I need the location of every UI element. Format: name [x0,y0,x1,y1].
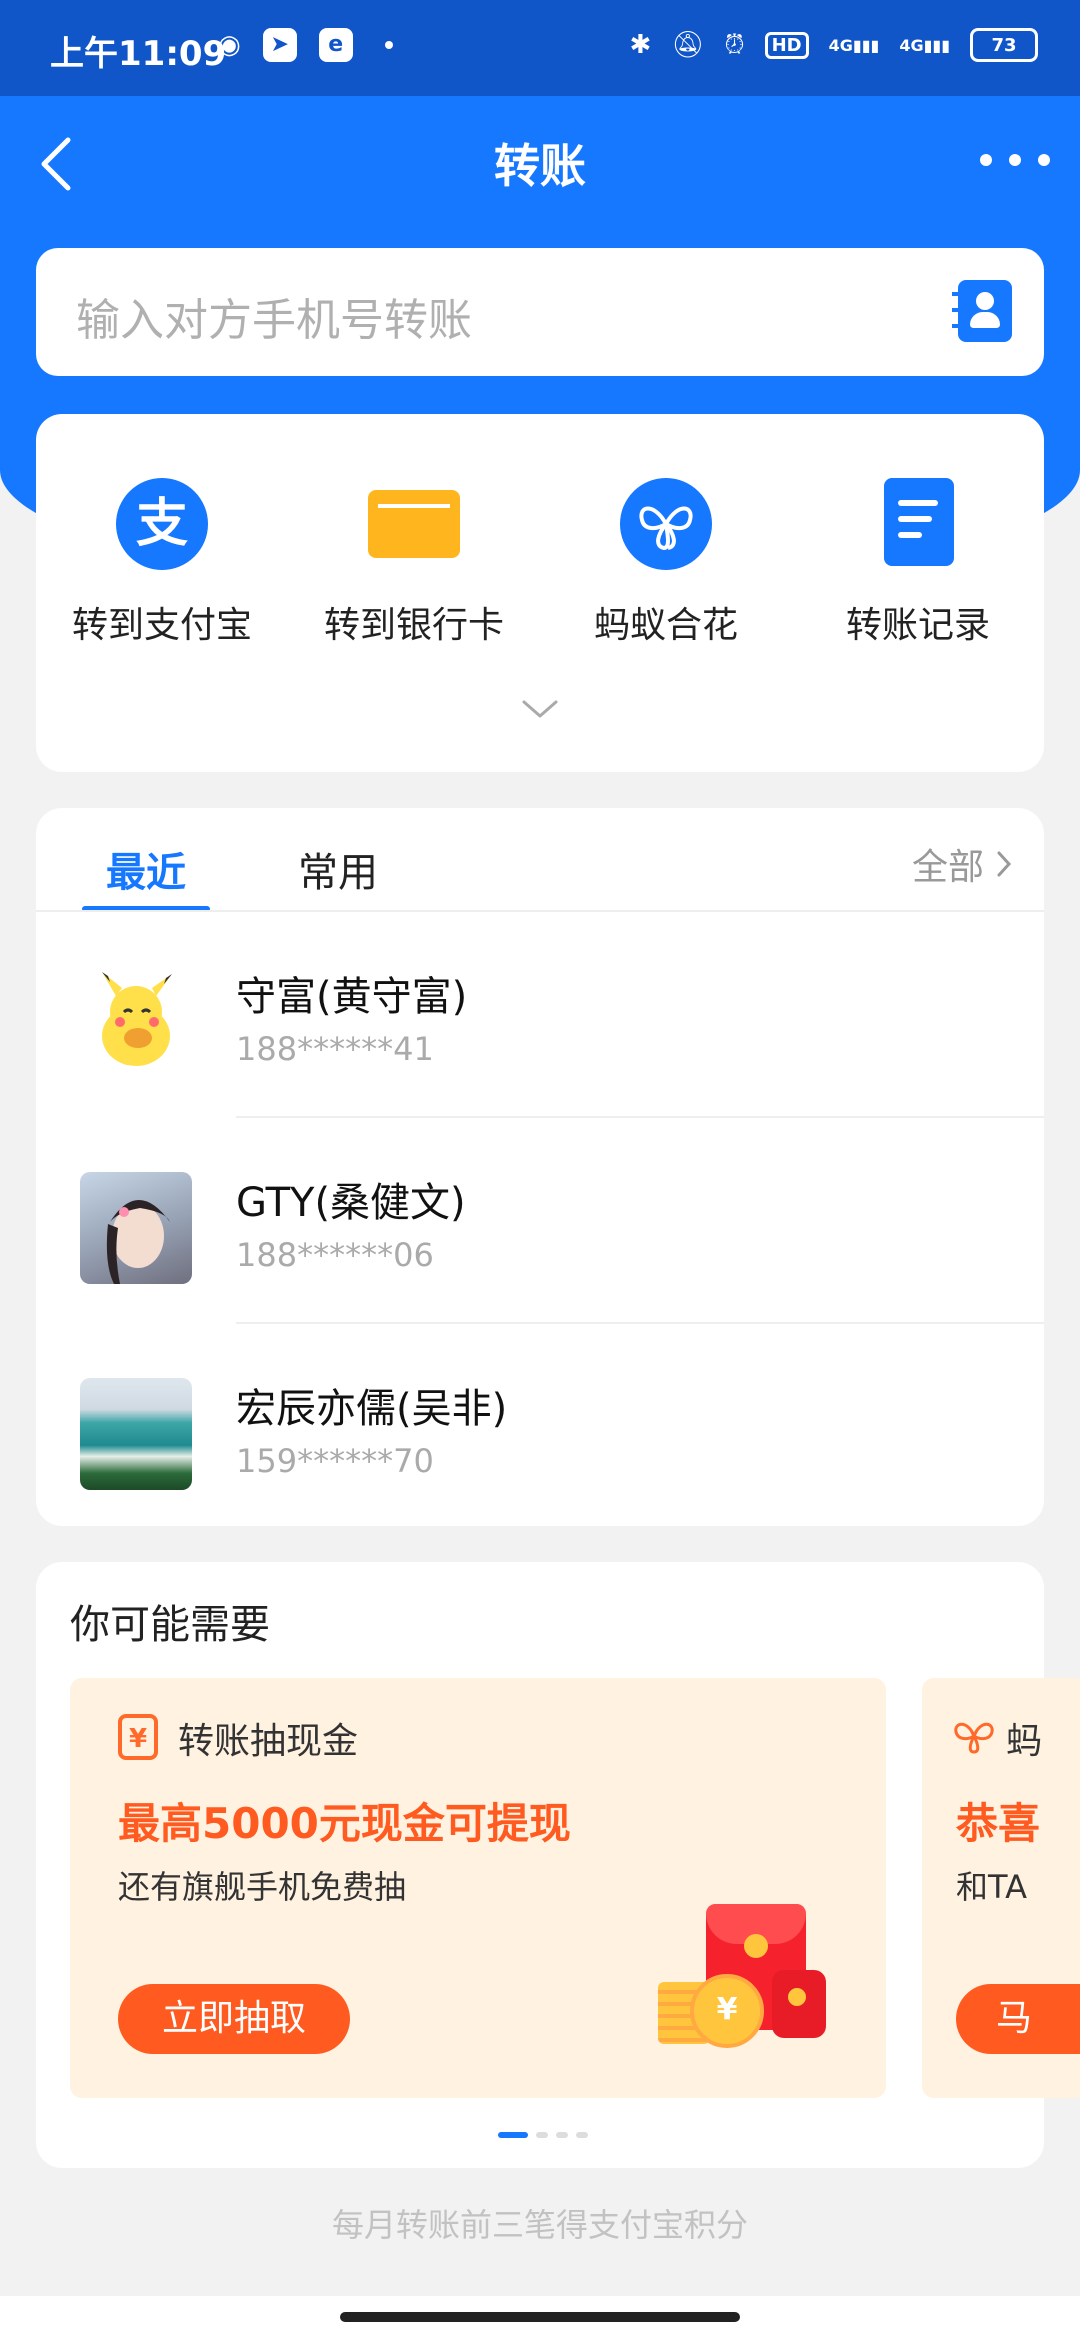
transfer-record-icon [884,478,954,566]
contacts-tick [952,308,962,312]
more-dot-icon [1009,154,1021,166]
bank-card-icon-wrap [368,478,460,570]
chevron-down-icon[interactable] [520,694,560,724]
more-dot-icon [980,154,992,166]
suggestions-card: 你可能需要 ¥ 转账抽现金 最高5000元现金可提现 还有旗舰手机免费抽 立即抽… [36,1562,1080,2168]
envelope-seal [788,1988,806,2006]
alarm-icon: ⏰︎ [724,29,745,60]
action-label: 转账记录 [845,605,990,646]
alipay-icon: 支 [116,478,208,570]
portrait-avatar-icon [106,1200,170,1284]
contact-name: 守富(黄守富) [236,974,468,1020]
carousel-pager [498,2132,588,2138]
promo-subtitle: 还有旗舰手机免费抽 [118,1868,407,1906]
avatar [80,1172,192,1284]
action-transfer-to-alipay[interactable]: 支 转到支付宝 [36,478,288,648]
tab-recent[interactable]: 最近 [106,840,186,898]
action-transfer-record[interactable]: 转账记录 [792,478,1044,648]
battery-icon: 73 [970,28,1038,62]
promo-card-2[interactable]: 蚂 恭喜 和TA 马 [922,1678,1080,2098]
bluetooth-icon: ✱ [629,30,652,60]
contact-row[interactable]: GTY(桑健文) 188******06 [36,1118,1044,1322]
action-transfer-to-bank[interactable]: 转到银行卡 [288,478,540,648]
transfer-record-icon-wrap [872,478,964,570]
avatar [80,966,192,1078]
more-notifications-icon [384,41,393,49]
mute-bell-icon: 🔕︎ [671,30,705,60]
action-ant-flower[interactable]: 蚂蚁合花 [540,478,792,648]
contacts-head [976,292,994,310]
system-icons: ✱ 🔕︎ ⏰︎ HD 4G▮▮▮ 4G▮▮▮ 73 [630,28,1038,62]
contact-phone: 188******41 [236,1030,434,1068]
promo-button[interactable]: 马 [956,1984,1080,2054]
pager-dot [556,2132,568,2138]
avatar [80,1378,192,1490]
pager-dot [576,2132,588,2138]
contact-phone: 188******06 [236,1236,434,1274]
butterfly-icon [639,506,693,551]
contacts-body [970,312,1000,328]
promo-name: 蚂 [1006,1721,1043,1762]
draw-now-button[interactable]: 立即抽取 [118,1984,350,2054]
status-bar: 上午11:09 ◉ ➤ e ✱ 🔕︎ ⏰︎ HD 4G▮▮▮ 4G▮▮▮ 73 [0,0,1080,96]
record-line [898,500,938,506]
view-all-link[interactable]: 全部 [912,838,1014,890]
promo-headline: 最高5000元现金可提现 [118,1799,571,1848]
bank-card-icon [368,490,460,558]
butterfly-icon [954,1722,994,1754]
contacts-tick [952,324,962,328]
promo-subtitle: 和TA [956,1868,1027,1906]
nav-bar: 转账 [0,96,1080,230]
network-type: 4G [828,35,853,55]
hd-icon: HD [764,31,809,59]
ant-flower-icon-wrap [620,478,712,570]
suggestions-title: 你可能需要 [70,1602,270,1648]
browser-icon: e [318,28,353,62]
signal-icon-2: 4G▮▮▮ [899,35,950,55]
pager-dot [536,2132,548,2138]
more-dot-icon [1038,154,1050,166]
search-placeholder: 输入对方手机号转账 [76,295,472,346]
red-packet-icon: ¥ [118,1714,158,1760]
network-type-2: 4G [899,35,924,55]
page-title: 转账 [494,139,586,193]
wechat-icon: ◉ [218,30,241,60]
record-line [898,516,932,522]
footer-note: 每月转账前三笔得支付宝积分 [331,2206,748,2244]
contacts-icon[interactable] [952,280,1012,342]
coin-icon: ¥ [690,1974,764,2048]
action-label: 转到银行卡 [323,605,504,646]
contact-row[interactable]: 宏辰亦儒(吴非) 159******70 [36,1324,1044,1528]
tab-frequent[interactable]: 常用 [298,840,378,898]
envelope-seal [744,1934,768,1958]
contacts-tick [952,292,962,296]
pager-dot-active [498,2132,528,2138]
feishu-icon: ➤ [262,28,297,62]
promo-card[interactable]: ¥ 转账抽现金 最高5000元现金可提现 还有旗舰手机免费抽 立即抽取 ¥ [70,1678,886,2098]
recent-contacts-card: 最近 常用 全部 守富(黄守富) 188******41 GTY(桑健文) 18… [36,808,1044,1526]
record-line [898,532,922,538]
pikachu-avatar-icon [102,972,172,1066]
view-all-label: 全部 [911,847,984,888]
contact-row[interactable]: 守富(黄守富) 188******41 [36,912,1044,1116]
contact-name: GTY(桑健文) [236,1180,466,1226]
alipay-icon-wrap: 支 [116,478,208,570]
promo-headline: 恭喜 [956,1799,1041,1848]
more-button[interactable] [980,140,1050,180]
chevron-right-icon [997,851,1012,877]
signal-icon: 4G▮▮▮ [828,35,880,55]
action-label: 蚂蚁合花 [593,605,738,646]
home-indicator[interactable] [340,2312,740,2322]
red-envelope-icon [772,1970,826,2038]
promo-name: 转账抽现金 [178,1721,359,1762]
contact-phone: 159******70 [236,1442,434,1480]
bank-card-stripe [378,504,450,508]
action-label: 转到支付宝 [71,605,252,646]
ant-flower-icon [620,478,712,570]
phone-search-input[interactable]: 输入对方手机号转账 [36,248,1044,376]
notification-icons: ◉ ➤ e [218,28,393,62]
contact-name: 宏辰亦儒(吴非) [236,1386,508,1432]
status-time: 上午11:09 [50,34,227,74]
quick-actions-card: 支 转到支付宝 转到银行卡 蚂蚁合花 转账记录 [36,414,1044,772]
